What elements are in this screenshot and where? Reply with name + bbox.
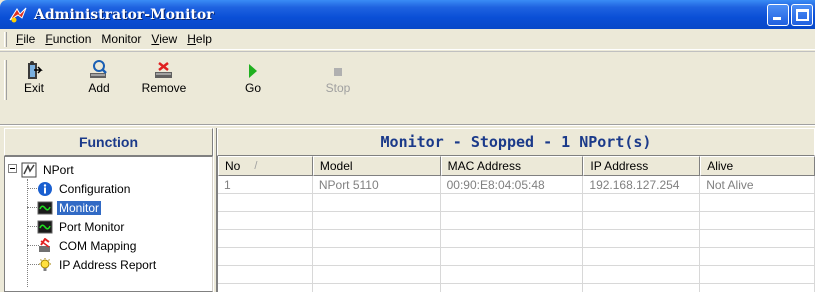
go-label: Go xyxy=(244,81,261,95)
menu-help[interactable]: Help xyxy=(182,32,217,46)
sort-indicator-icon: / xyxy=(254,160,258,172)
app-icon xyxy=(8,6,28,24)
menu-file[interactable]: File xyxy=(11,32,40,46)
column-header-mac-address[interactable]: MAC Address xyxy=(440,156,584,176)
go-icon xyxy=(233,58,273,80)
stop-button[interactable]: Stop xyxy=(318,58,358,95)
menu-monitor[interactable]: Monitor xyxy=(96,32,146,46)
menu-grip xyxy=(4,31,7,47)
add-label: Add xyxy=(88,81,110,95)
menu-view[interactable]: View xyxy=(146,32,182,46)
tree-item-ip-address-report[interactable]: IP Address Report xyxy=(5,255,212,274)
exit-label: Exit xyxy=(23,81,44,95)
monitor-pane: Monitor - Stopped - 1 NPort(s) No / Mode… xyxy=(217,128,815,292)
toolbar-grip xyxy=(4,60,7,100)
cell-alive: Not Alive xyxy=(700,176,815,193)
column-header-no[interactable]: No / xyxy=(218,156,313,176)
nport-icon xyxy=(21,162,37,178)
cell-no: 1 xyxy=(218,176,313,193)
info-icon xyxy=(37,181,53,197)
function-pane: Function NPort Configuration Monitor Por… xyxy=(4,128,213,292)
com-mapping-icon xyxy=(37,237,53,254)
add-button[interactable]: Add xyxy=(77,58,121,95)
function-tree: NPort Configuration Monitor Port Monitor… xyxy=(4,156,213,292)
toolbar: Exit Add Remove Go Stop xyxy=(0,51,815,125)
empty-row xyxy=(218,230,815,248)
tree-item-port-monitor[interactable]: Port Monitor xyxy=(5,217,212,236)
tree-item-monitor[interactable]: Monitor xyxy=(5,198,212,217)
exit-icon xyxy=(12,58,56,80)
remove-button[interactable]: Remove xyxy=(133,58,195,95)
empty-row xyxy=(218,248,815,266)
tree-item-configuration[interactable]: Configuration xyxy=(5,179,212,198)
function-header: Function xyxy=(4,128,213,156)
empty-row xyxy=(218,266,815,284)
go-button[interactable]: Go xyxy=(233,58,273,95)
title-bar[interactable]: Administrator-Monitor xyxy=(0,0,815,29)
column-header-alive[interactable]: Alive xyxy=(700,156,815,176)
cell-model: NPort 5110 xyxy=(313,176,441,193)
cell-ip-address: 192.168.127.254 xyxy=(583,176,701,193)
grid-header: No / Model MAC Address IP Address Alive xyxy=(218,156,815,176)
menu-bar: File Function Monitor View Help xyxy=(0,29,815,50)
maximize-icon xyxy=(796,9,809,21)
monitor-header: Monitor - Stopped - 1 NPort(s) xyxy=(217,128,815,156)
stop-label: Stop xyxy=(325,81,351,95)
monitor-icon xyxy=(37,200,53,216)
column-header-ip-address[interactable]: IP Address xyxy=(583,156,701,176)
tree-item-com-mapping[interactable]: COM Mapping xyxy=(5,236,212,255)
exit-button[interactable]: Exit xyxy=(12,58,56,95)
minimize-icon xyxy=(773,17,781,20)
empty-row xyxy=(218,284,815,292)
minimize-button[interactable] xyxy=(767,4,789,26)
maximize-button[interactable] xyxy=(791,4,813,26)
empty-row xyxy=(218,212,815,230)
remove-icon xyxy=(133,58,195,80)
remove-label: Remove xyxy=(141,81,187,95)
table-row[interactable]: 1 NPort 5110 00:90:E8:04:05:48 192.168.1… xyxy=(218,176,815,194)
device-grid: No / Model MAC Address IP Address Alive … xyxy=(217,156,815,292)
bulb-icon xyxy=(37,257,53,273)
cell-mac-address: 00:90:E8:04:05:48 xyxy=(441,176,584,193)
add-icon xyxy=(77,58,121,80)
column-header-model[interactable]: Model xyxy=(312,156,441,176)
window-title: Administrator-Monitor xyxy=(34,6,214,23)
port-monitor-icon xyxy=(37,219,53,235)
stop-icon xyxy=(318,58,358,80)
empty-row xyxy=(218,194,815,212)
collapse-icon[interactable] xyxy=(8,164,17,173)
grid-body: 1 NPort 5110 00:90:E8:04:05:48 192.168.1… xyxy=(218,176,815,292)
menu-function[interactable]: Function xyxy=(40,32,96,46)
tree-item-nport[interactable]: NPort xyxy=(5,160,212,179)
